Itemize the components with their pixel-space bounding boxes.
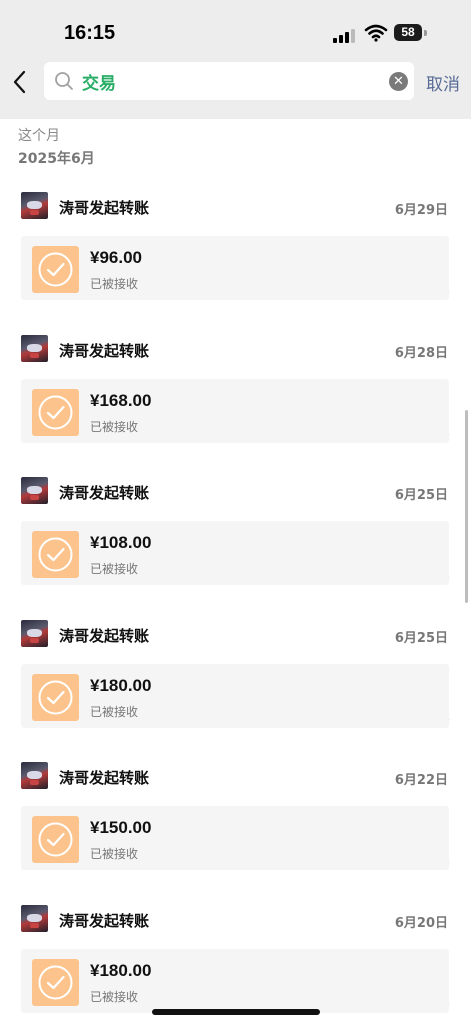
transfer-card[interactable]: ¥150.00 已被接收 <box>21 806 449 870</box>
transfer-card[interactable]: ¥180.00 已被接收 <box>21 663 449 728</box>
back-button[interactable] <box>6 64 36 100</box>
check-circle-icon <box>32 531 79 578</box>
transaction-title: 涛哥发起转账 <box>59 911 150 930</box>
status-time: 16:15 <box>64 22 116 44</box>
check-circle-icon <box>32 388 79 436</box>
transfer-status: 已被接收 <box>90 562 139 576</box>
avatar[interactable] <box>21 334 48 362</box>
transaction-date: 6月25日 <box>394 488 448 503</box>
transfer-amount: ¥168.00 <box>90 390 152 410</box>
transaction-list: 涛哥发起转账 6月29日 ¥96.00 已被接收 涛哥发起转账 6月28日 ¥1… <box>0 150 471 1013</box>
transaction-title: 涛哥发起转账 <box>59 769 150 787</box>
signal-icon <box>333 27 357 43</box>
transfer-amount: ¥180.00 <box>90 675 152 695</box>
transfer-card[interactable]: ¥180.00 已被接收 <box>21 948 449 1013</box>
transfer-card[interactable]: ¥108.00 已被接收 <box>21 521 449 585</box>
cancel-button[interactable]: 取消 <box>426 70 460 95</box>
transaction-date: 6月25日 <box>394 630 448 646</box>
transfer-status: 已被接收 <box>90 419 139 434</box>
transfer-status: 已被接收 <box>90 847 139 861</box>
transfer-status: 已被接收 <box>90 704 139 719</box>
transaction-date: 6月28日 <box>394 345 448 361</box>
home-indicator[interactable] <box>152 1009 320 1015</box>
transaction-item: 涛哥发起转账 6月25日 ¥108.00 已被接收 <box>21 435 450 585</box>
search-input[interactable] <box>82 67 372 95</box>
transaction-title: 涛哥发起转账 <box>59 199 150 217</box>
transfer-amount: ¥180.00 <box>90 960 152 980</box>
check-circle-icon <box>32 816 79 863</box>
search-bar[interactable]: ✕ <box>44 62 414 100</box>
status-bar: 16:15 58 <box>0 0 471 56</box>
transfer-amount: ¥96.00 <box>90 248 142 267</box>
transaction-item: 涛哥发起转账 6月29日 ¥96.00 已被接收 <box>21 150 450 300</box>
period-label: 这个月 <box>18 128 60 144</box>
transaction-title: 涛哥发起转账 <box>59 341 150 360</box>
wifi-icon <box>364 24 388 42</box>
transaction-item: 涛哥发起转账 6月22日 ¥150.00 已被接收 <box>21 720 450 870</box>
transfer-amount: ¥150.00 <box>90 818 152 837</box>
transaction-date: 6月22日 <box>394 773 448 788</box>
transaction-item: 涛哥发起转账 6月28日 ¥168.00 已被接收 <box>21 293 450 443</box>
avatar[interactable] <box>21 904 48 932</box>
transaction-date: 6月20日 <box>394 915 448 931</box>
transaction-title: 涛哥发起转账 <box>59 626 150 645</box>
chevron-left-icon <box>13 70 26 94</box>
clear-icon[interactable]: ✕ <box>389 72 408 91</box>
check-circle-icon <box>32 673 79 721</box>
transfer-card[interactable]: ¥96.00 已被接收 <box>21 236 449 300</box>
transaction-title: 涛哥发起转账 <box>59 484 150 502</box>
transfer-amount: ¥108.00 <box>90 533 152 552</box>
transfer-card[interactable]: ¥168.00 已被接收 <box>21 378 449 443</box>
battery-indicator: 58 <box>394 24 422 41</box>
search-icon <box>55 72 73 90</box>
avatar[interactable] <box>21 192 48 219</box>
avatar[interactable] <box>21 477 48 504</box>
transaction-date: 6月29日 <box>394 203 448 218</box>
check-circle-icon <box>32 246 79 293</box>
transaction-item: 涛哥发起转账 6月25日 ¥180.00 已被接收 <box>21 578 450 728</box>
transfer-status: 已被接收 <box>90 989 139 1004</box>
avatar[interactable] <box>21 762 48 789</box>
header-area: 16:15 58 ✕ 取消 <box>0 0 471 119</box>
check-circle-icon <box>32 958 79 1006</box>
battery-tip <box>424 30 427 36</box>
scrollbar[interactable] <box>465 410 468 603</box>
transaction-item: 涛哥发起转账 6月20日 ¥180.00 已被接收 <box>21 863 450 1013</box>
avatar[interactable] <box>21 619 48 647</box>
transfer-status: 已被接收 <box>90 277 139 291</box>
